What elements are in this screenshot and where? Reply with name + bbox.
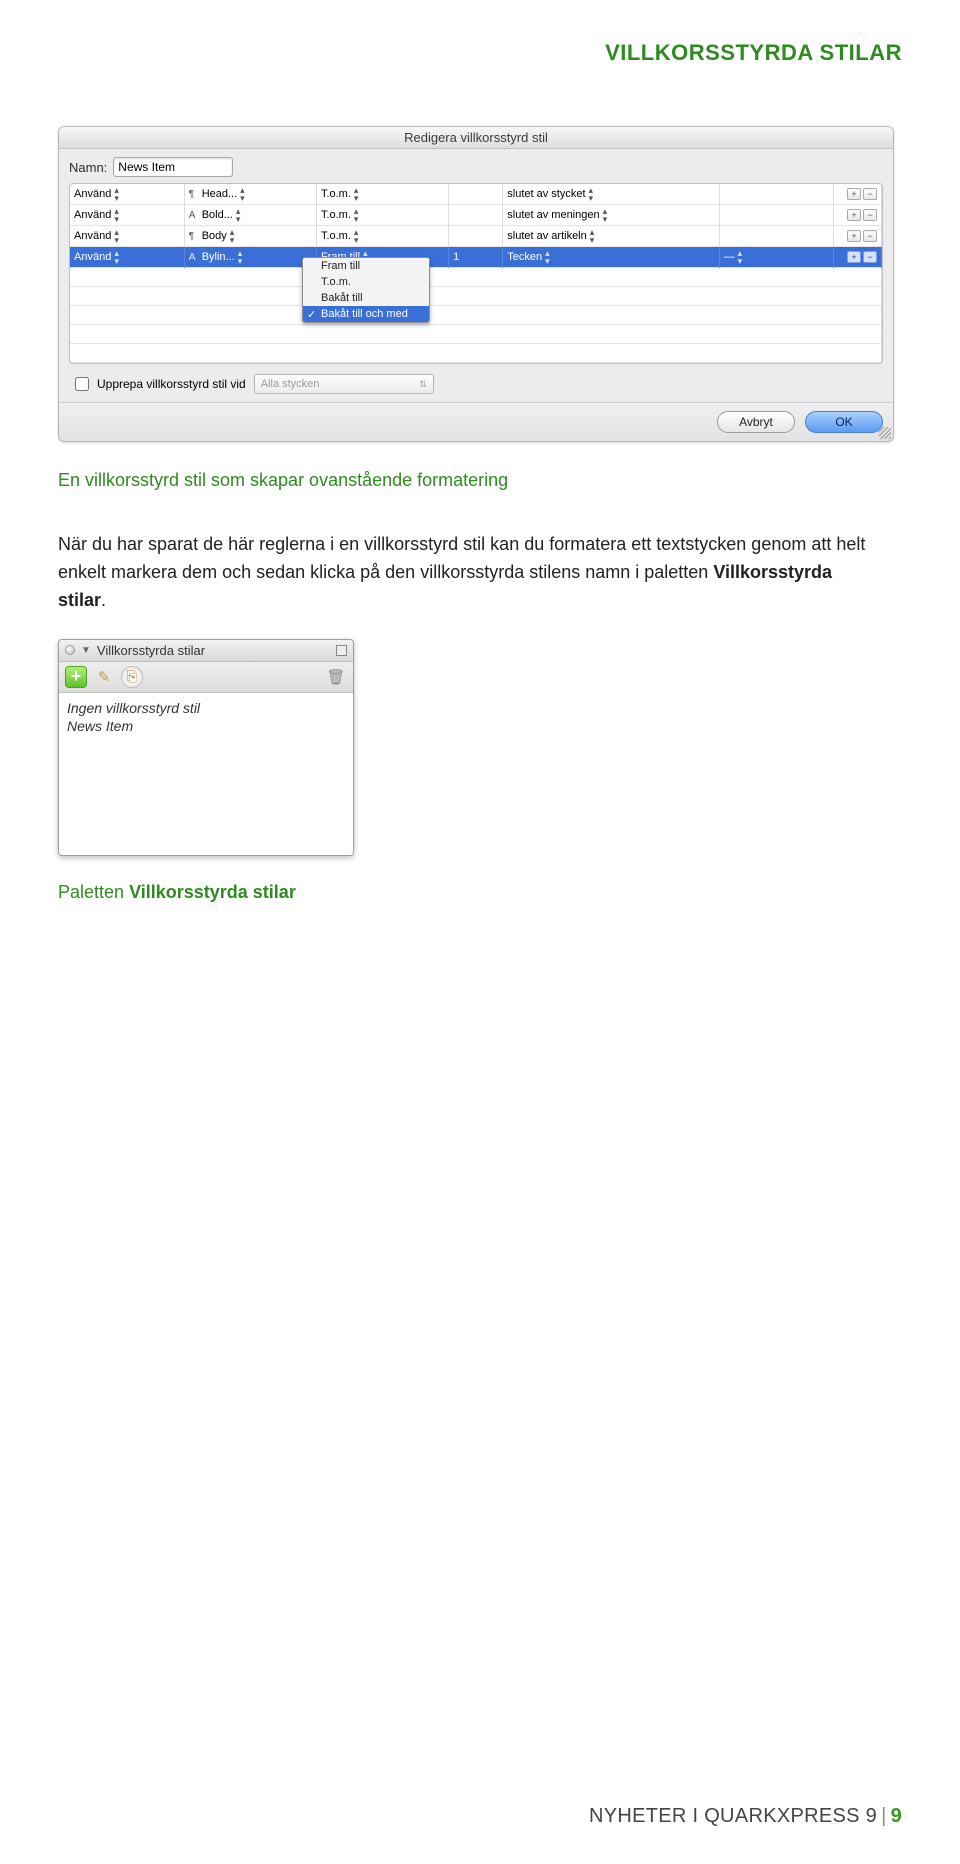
table-row bbox=[70, 344, 882, 363]
add-remove-row-button[interactable]: +− bbox=[847, 209, 877, 221]
table-row[interactable]: Använd▴▾¶ Body▴▾T.o.m.▴▾slutet av artike… bbox=[70, 226, 882, 247]
table-row bbox=[70, 287, 882, 306]
palette-caption: Paletten Villkorsstyrda stilar bbox=[58, 882, 902, 903]
name-label: Namn: bbox=[69, 160, 107, 175]
list-item[interactable]: Ingen villkorsstyrd stil bbox=[67, 699, 345, 717]
page-footer: NYHETER I QUARKXPRESS 9|9 bbox=[589, 1805, 902, 1828]
disclosure-triangle-icon[interactable]: ▼ bbox=[81, 645, 91, 656]
section-heading: VILLKORSSTYRDA STILAR bbox=[58, 40, 902, 66]
close-icon[interactable] bbox=[65, 645, 75, 655]
palette-list[interactable]: Ingen villkorsstyrd stilNews Item bbox=[59, 693, 353, 855]
list-item[interactable]: News Item bbox=[67, 717, 345, 735]
table-row[interactable]: Använd▴▾¶ Head...▴▾T.o.m.▴▾slutet av sty… bbox=[70, 184, 882, 205]
table-row bbox=[70, 306, 882, 325]
dropdown-option[interactable]: Bakåt till bbox=[303, 290, 429, 306]
table-row bbox=[70, 268, 882, 287]
table-row bbox=[70, 325, 882, 344]
dialog-title: Redigera villkorsstyrd stil bbox=[59, 127, 893, 149]
ok-button[interactable]: OK bbox=[805, 411, 883, 433]
add-remove-row-button[interactable]: +− bbox=[847, 230, 877, 242]
dropdown-option[interactable]: T.o.m. bbox=[303, 274, 429, 290]
repeat-checkbox[interactable] bbox=[75, 377, 89, 391]
cancel-button[interactable]: Avbryt bbox=[717, 411, 795, 433]
edit-style-button[interactable]: ✎ bbox=[93, 666, 115, 688]
add-remove-row-button[interactable]: +− bbox=[847, 251, 877, 263]
name-input[interactable] bbox=[113, 157, 233, 177]
palette-title-text: Villkorsstyrda stilar bbox=[97, 643, 205, 658]
table-row[interactable]: Använd▴▾A Bold...▴▾T.o.m.▴▾slutet av men… bbox=[70, 205, 882, 226]
resize-handle-icon[interactable] bbox=[879, 427, 891, 439]
delete-style-button[interactable]: 🗑 bbox=[325, 666, 347, 688]
repeat-label: Upprepa villkorsstyrd stil vid bbox=[97, 377, 246, 391]
chevron-updown-icon: ⇅ bbox=[419, 379, 427, 390]
description-paragraph: När du har sparat de här reglerna i en v… bbox=[58, 531, 878, 615]
rules-table: Använd▴▾¶ Head...▴▾T.o.m.▴▾slutet av sty… bbox=[69, 183, 883, 364]
condition-dropdown-popup[interactable]: Fram tillT.o.m.Bakåt tillBakåt till och … bbox=[302, 257, 430, 323]
edit-conditional-style-dialog: Redigera villkorsstyrd stil Namn: Använd… bbox=[58, 126, 894, 442]
add-style-button[interactable]: + bbox=[65, 666, 87, 688]
add-remove-row-button[interactable]: +− bbox=[847, 188, 877, 200]
dialog-caption: En villkorsstyrd stil som skapar ovanstå… bbox=[58, 470, 902, 491]
duplicate-style-button[interactable]: ⎘ bbox=[121, 666, 143, 688]
dropdown-option[interactable]: Bakåt till och med bbox=[303, 306, 429, 322]
conditional-styles-palette: ▼ Villkorsstyrda stilar + ✎ ⎘ 🗑 Ingen vi… bbox=[58, 639, 354, 856]
table-row[interactable]: Använd▴▾A Bylin...▴▾Fram till▴▾1Tecken▴▾… bbox=[70, 247, 882, 268]
repeat-select-value: Alla stycken bbox=[261, 378, 320, 390]
repeat-select[interactable]: Alla stycken ⇅ bbox=[254, 374, 434, 394]
maximize-icon[interactable] bbox=[336, 645, 347, 656]
dropdown-option[interactable]: Fram till bbox=[303, 258, 429, 274]
